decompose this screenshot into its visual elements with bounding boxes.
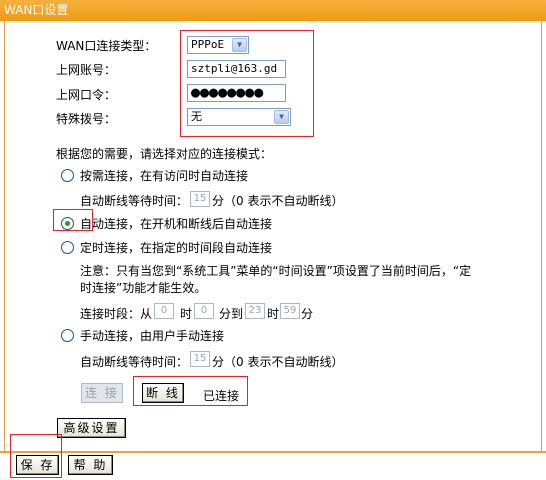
idle2-prefix: 自动断线等待时间： (80, 355, 189, 369)
period-to-minute-input[interactable]: 59 (280, 303, 300, 319)
password-label: 上网口令： (56, 88, 117, 102)
period-minute-label-2: 分 (301, 307, 314, 321)
idle1-input[interactable]: 15 (190, 191, 210, 207)
radio-timed[interactable] (61, 241, 74, 254)
connect-button[interactable]: 连 接 (81, 383, 123, 403)
note-line2: 时连接”功能才能生效。 (80, 281, 207, 295)
period-from-minute-input[interactable]: 0 (194, 303, 214, 319)
radio-manual[interactable] (61, 329, 74, 342)
on-demand-label: 按需连接，在有访问时自动连接 (80, 169, 249, 183)
highlight-box-form (180, 30, 314, 137)
idle2-suffix: 分（0 表示不自动断线） (212, 355, 344, 369)
period-hour-label-1: 时 (180, 307, 193, 321)
period-to-hour-input[interactable]: 23 (245, 303, 265, 319)
mode-heading: 根据您的需要，请选择对应的连接模式： (56, 147, 273, 161)
highlight-box-auto (53, 209, 93, 231)
period-minute-to-label: 分到 (219, 307, 244, 321)
radio-on-demand[interactable] (61, 169, 74, 182)
highlight-box-actions (133, 376, 248, 406)
idle2-input[interactable]: 15 (190, 351, 210, 367)
account-label: 上网账号： (56, 63, 117, 77)
help-button[interactable]: 帮 助 (68, 455, 113, 475)
period-prefix: 连接时段：从 (80, 307, 153, 321)
manual-label: 手动连接，由用户手动连接 (80, 329, 225, 343)
period-from-hour-input[interactable]: 0 (154, 303, 174, 319)
conn-type-label: WAN口连接类型： (56, 39, 157, 53)
idle1-prefix: 自动断线等待时间： (80, 194, 189, 208)
note-line1: 注意：只有当您到“系统工具”菜单的“时间设置”项设置了当前时间后，“定 (80, 264, 472, 278)
auto-label: 自动连接，在开机和断线后自动连接 (80, 217, 273, 231)
highlight-box-save (10, 434, 62, 478)
idle1-suffix: 分（0 表示不自动断线） (212, 194, 344, 208)
dial-label: 特殊拨号： (56, 112, 117, 126)
period-hour-label-2: 时 (267, 307, 280, 321)
window-title: WAN口设置 (0, 0, 546, 21)
timed-label: 定时连接，在指定的时间段自动连接 (80, 241, 273, 255)
advanced-settings-button[interactable]: 高级设置 (57, 418, 126, 438)
